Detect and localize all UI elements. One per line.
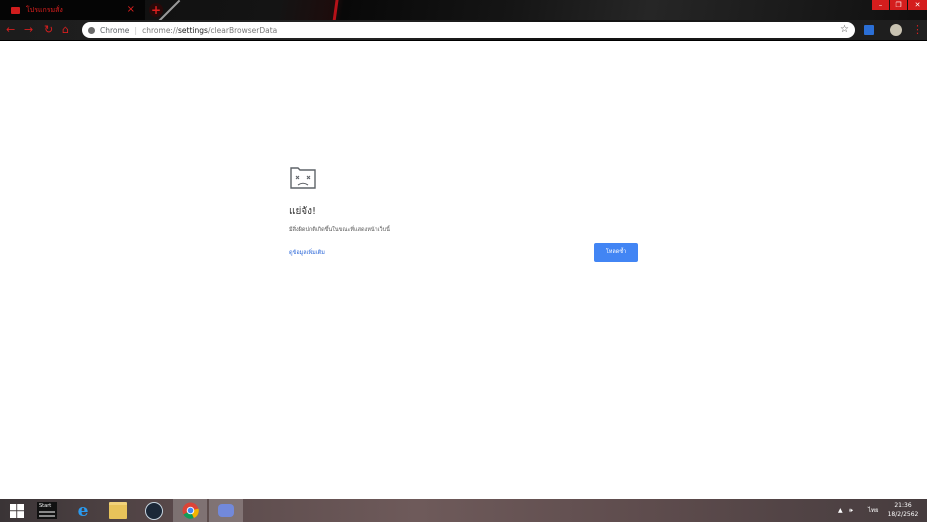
new-tab-button[interactable]: + <box>149 3 163 17</box>
browser-toolbar: ← → ↻ ⌂ Chrome | chrome:// settings /cle… <box>0 20 927 40</box>
tray-overflow-icon[interactable]: ▲ <box>838 499 843 522</box>
discord-icon[interactable] <box>209 499 243 522</box>
steam-icon[interactable] <box>137 499 171 522</box>
reload-button[interactable]: โหลดซ้ำ <box>594 243 638 262</box>
system-clock[interactable]: 21:36 18/2/2562 <box>884 501 922 519</box>
clock-date: 18/2/2562 <box>887 511 919 518</box>
url-prefix: chrome:// <box>142 25 179 35</box>
reload-icon[interactable]: ↻ <box>44 22 53 38</box>
language-indicator[interactable]: ไทย <box>868 499 879 522</box>
address-bar[interactable]: Chrome | chrome:// settings /clearBrowse… <box>82 22 855 38</box>
clock-time: 21:36 <box>894 502 912 509</box>
error-description: มีสิ่งผิดปกติเกิดขึ้นในขณะที่แสดงหน้าเว็… <box>289 227 390 233</box>
back-button[interactable]: ← <box>6 22 15 38</box>
windows-start-icon[interactable] <box>0 499 34 522</box>
chrome-menu-icon[interactable]: ⋮ <box>912 21 923 39</box>
volume-icon[interactable]: 🕪 <box>849 499 853 522</box>
restore-button[interactable]: ❐ <box>890 0 907 10</box>
profile-avatar[interactable] <box>890 24 902 36</box>
start-menu-app-icon[interactable]: Start <box>30 499 64 522</box>
file-explorer-icon[interactable] <box>101 499 135 522</box>
scheme-chip: Chrome <box>100 25 130 35</box>
internet-explorer-icon[interactable]: e <box>66 499 100 522</box>
error-title: แย่จัง! <box>289 206 317 217</box>
home-icon[interactable]: ⌂ <box>62 22 69 38</box>
tab-close-icon[interactable]: × <box>127 3 135 17</box>
url-host: settings <box>178 25 208 35</box>
bookmark-star-icon[interactable]: ☆ <box>840 23 849 37</box>
taskbar: Start e ▲ 🕪 ไทย 21:36 18/2/2562 <box>0 499 927 522</box>
site-info-icon[interactable] <box>88 26 95 34</box>
browser-tab[interactable]: โปรแกรมสั่ง × <box>0 0 145 20</box>
start-app-label: Start <box>39 503 52 509</box>
url-separator: | <box>134 25 138 35</box>
tab-title: โปรแกรมสั่ง <box>26 5 63 14</box>
tab-favicon-icon <box>11 6 20 14</box>
learn-more-link[interactable]: ดูข้อมูลเพิ่มเติม <box>289 249 325 257</box>
minimize-button[interactable]: – <box>872 0 889 10</box>
title-bar: โปรแกรมสั่ง × + – ❐ ✕ <box>0 0 927 23</box>
background-decoration <box>332 0 339 22</box>
url-path: /clearBrowserData <box>207 25 278 35</box>
forward-button[interactable]: → <box>24 22 33 38</box>
close-window-button[interactable]: ✕ <box>908 0 927 10</box>
chrome-icon[interactable] <box>173 499 207 522</box>
toolbar-divider <box>0 40 927 41</box>
extension-icon[interactable] <box>864 25 874 35</box>
sad-tab-icon <box>289 166 317 194</box>
